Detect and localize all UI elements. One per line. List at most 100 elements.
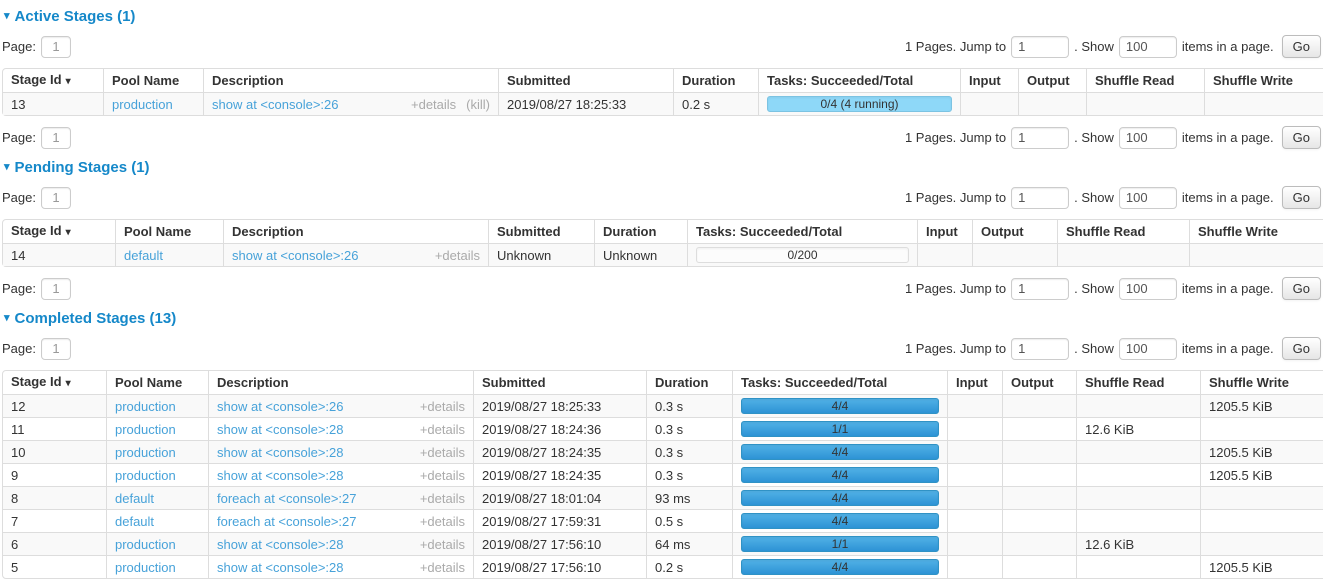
page-number-input[interactable] [41,36,71,58]
column-label: Output [981,224,1024,239]
description-link[interactable]: show at <console>:28 [217,468,343,483]
details-toggle[interactable]: +details [435,248,480,263]
column-label: Pool Name [124,224,191,239]
description-link[interactable]: show at <console>:28 [217,537,343,552]
go-button[interactable]: Go [1282,126,1321,149]
column-header-stage-id[interactable]: Stage Id▾ [3,220,115,243]
details-toggle[interactable]: +details [411,97,456,112]
go-button[interactable]: Go [1282,186,1321,209]
tasks-cell: 4/4 [732,486,947,509]
pool-name-link[interactable]: production [115,422,176,437]
input-cell [947,394,1002,417]
shuffle-write-cell [1200,532,1323,555]
column-header-input[interactable]: Input [960,69,1018,92]
column-header-shuffle-read[interactable]: Shuffle Read [1076,371,1200,394]
show-items-input[interactable] [1119,187,1177,209]
description-link[interactable]: foreach at <console>:27 [217,491,357,506]
description-content: show at <console>:28 +details [217,422,465,437]
pool-name-link[interactable]: production [115,468,176,483]
pool-name-link[interactable]: default [124,248,163,263]
go-button[interactable]: Go [1282,277,1321,300]
column-header-shuffle-write[interactable]: Shuffle Write [1204,69,1323,92]
column-header-tasks-succeeded-total[interactable]: Tasks: Succeeded/Total [687,220,917,243]
jump-to-input[interactable] [1011,127,1069,149]
go-button[interactable]: Go [1282,337,1321,360]
jump-to-input[interactable] [1011,36,1069,58]
details-toggle[interactable]: +details [420,560,465,575]
show-items-input[interactable] [1119,127,1177,149]
column-header-tasks-succeeded-total[interactable]: Tasks: Succeeded/Total [758,69,960,92]
column-header-stage-id[interactable]: Stage Id▾ [3,69,103,92]
stage-id-cell: 12 [3,394,106,417]
output-cell [1002,463,1076,486]
description-link[interactable]: show at <console>:26 [212,97,338,112]
column-header-duration[interactable]: Duration [646,371,732,394]
show-items-input[interactable] [1119,278,1177,300]
shuffle-read-cell [1076,509,1200,532]
description-link[interactable]: show at <console>:26 [232,248,358,263]
pool-name-link[interactable]: production [115,399,176,414]
description-link[interactable]: show at <console>:28 [217,560,343,575]
kill-link[interactable]: (kill) [466,97,490,112]
task-progress-bar: 4/4 [741,559,939,575]
column-header-shuffle-read[interactable]: Shuffle Read [1057,220,1189,243]
pool-name-link[interactable]: production [115,560,176,575]
details-toggle[interactable]: +details [420,537,465,552]
details-toggle[interactable]: +details [420,491,465,506]
show-items-input[interactable] [1119,338,1177,360]
shuffle-write-cell: 1205.5 KiB [1200,394,1323,417]
pool-name-link[interactable]: production [112,97,173,112]
column-header-description[interactable]: Description [203,69,498,92]
description-link[interactable]: show at <console>:28 [217,445,343,460]
column-header-shuffle-write[interactable]: Shuffle Write [1189,220,1323,243]
column-header-tasks-succeeded-total[interactable]: Tasks: Succeeded/Total [732,371,947,394]
column-header-input[interactable]: Input [917,220,972,243]
details-toggle[interactable]: +details [420,514,465,529]
column-header-output[interactable]: Output [1002,371,1076,394]
column-header-duration[interactable]: Duration [673,69,758,92]
page-number-input[interactable] [41,127,71,149]
details-toggle[interactable]: +details [420,399,465,414]
details-toggle[interactable]: +details [420,445,465,460]
column-header-duration[interactable]: Duration [594,220,687,243]
column-header-shuffle-read[interactable]: Shuffle Read [1086,69,1204,92]
jump-to-input[interactable] [1011,187,1069,209]
section-header-active-stages[interactable]: ▾Active Stages (1) [4,8,1319,25]
column-header-submitted[interactable]: Submitted [488,220,594,243]
column-header-input[interactable]: Input [947,371,1002,394]
column-header-submitted[interactable]: Submitted [473,371,646,394]
description-link[interactable]: show at <console>:26 [217,399,343,414]
column-header-output[interactable]: Output [972,220,1057,243]
column-header-pool-name[interactable]: Pool Name [106,371,208,394]
details-toggle[interactable]: +details [420,468,465,483]
page-number-input[interactable] [41,338,71,360]
description-content: show at <console>:26 +details (kill) [212,97,490,112]
pool-name-link[interactable]: production [115,445,176,460]
column-header-description[interactable]: Description [223,220,488,243]
pool-name-link[interactable]: default [115,514,154,529]
page-number-input[interactable] [41,187,71,209]
details-toggle[interactable]: +details [420,422,465,437]
column-header-submitted[interactable]: Submitted [498,69,673,92]
show-items-input[interactable] [1119,36,1177,58]
input-cell [947,532,1002,555]
pool-name-link[interactable]: default [115,491,154,506]
input-cell [947,486,1002,509]
go-button[interactable]: Go [1282,35,1321,58]
column-header-shuffle-write[interactable]: Shuffle Write [1200,371,1323,394]
jump-to-input[interactable] [1011,338,1069,360]
description-link[interactable]: foreach at <console>:27 [217,514,357,529]
column-header-pool-name[interactable]: Pool Name [115,220,223,243]
jump-to-input[interactable] [1011,278,1069,300]
column-header-output[interactable]: Output [1018,69,1086,92]
completed-stages-table: Stage Id▾Pool NameDescriptionSubmittedDu… [2,370,1323,579]
column-header-stage-id[interactable]: Stage Id▾ [3,371,106,394]
column-header-description[interactable]: Description [208,371,473,394]
section-header-pending-stages[interactable]: ▾Pending Stages (1) [4,159,1319,176]
pool-name-link[interactable]: production [115,537,176,552]
column-header-pool-name[interactable]: Pool Name [103,69,203,92]
duration-cell: Unknown [594,243,687,266]
page-number-input[interactable] [41,278,71,300]
description-link[interactable]: show at <console>:28 [217,422,343,437]
section-header-completed-stages[interactable]: ▾Completed Stages (13) [4,310,1319,327]
